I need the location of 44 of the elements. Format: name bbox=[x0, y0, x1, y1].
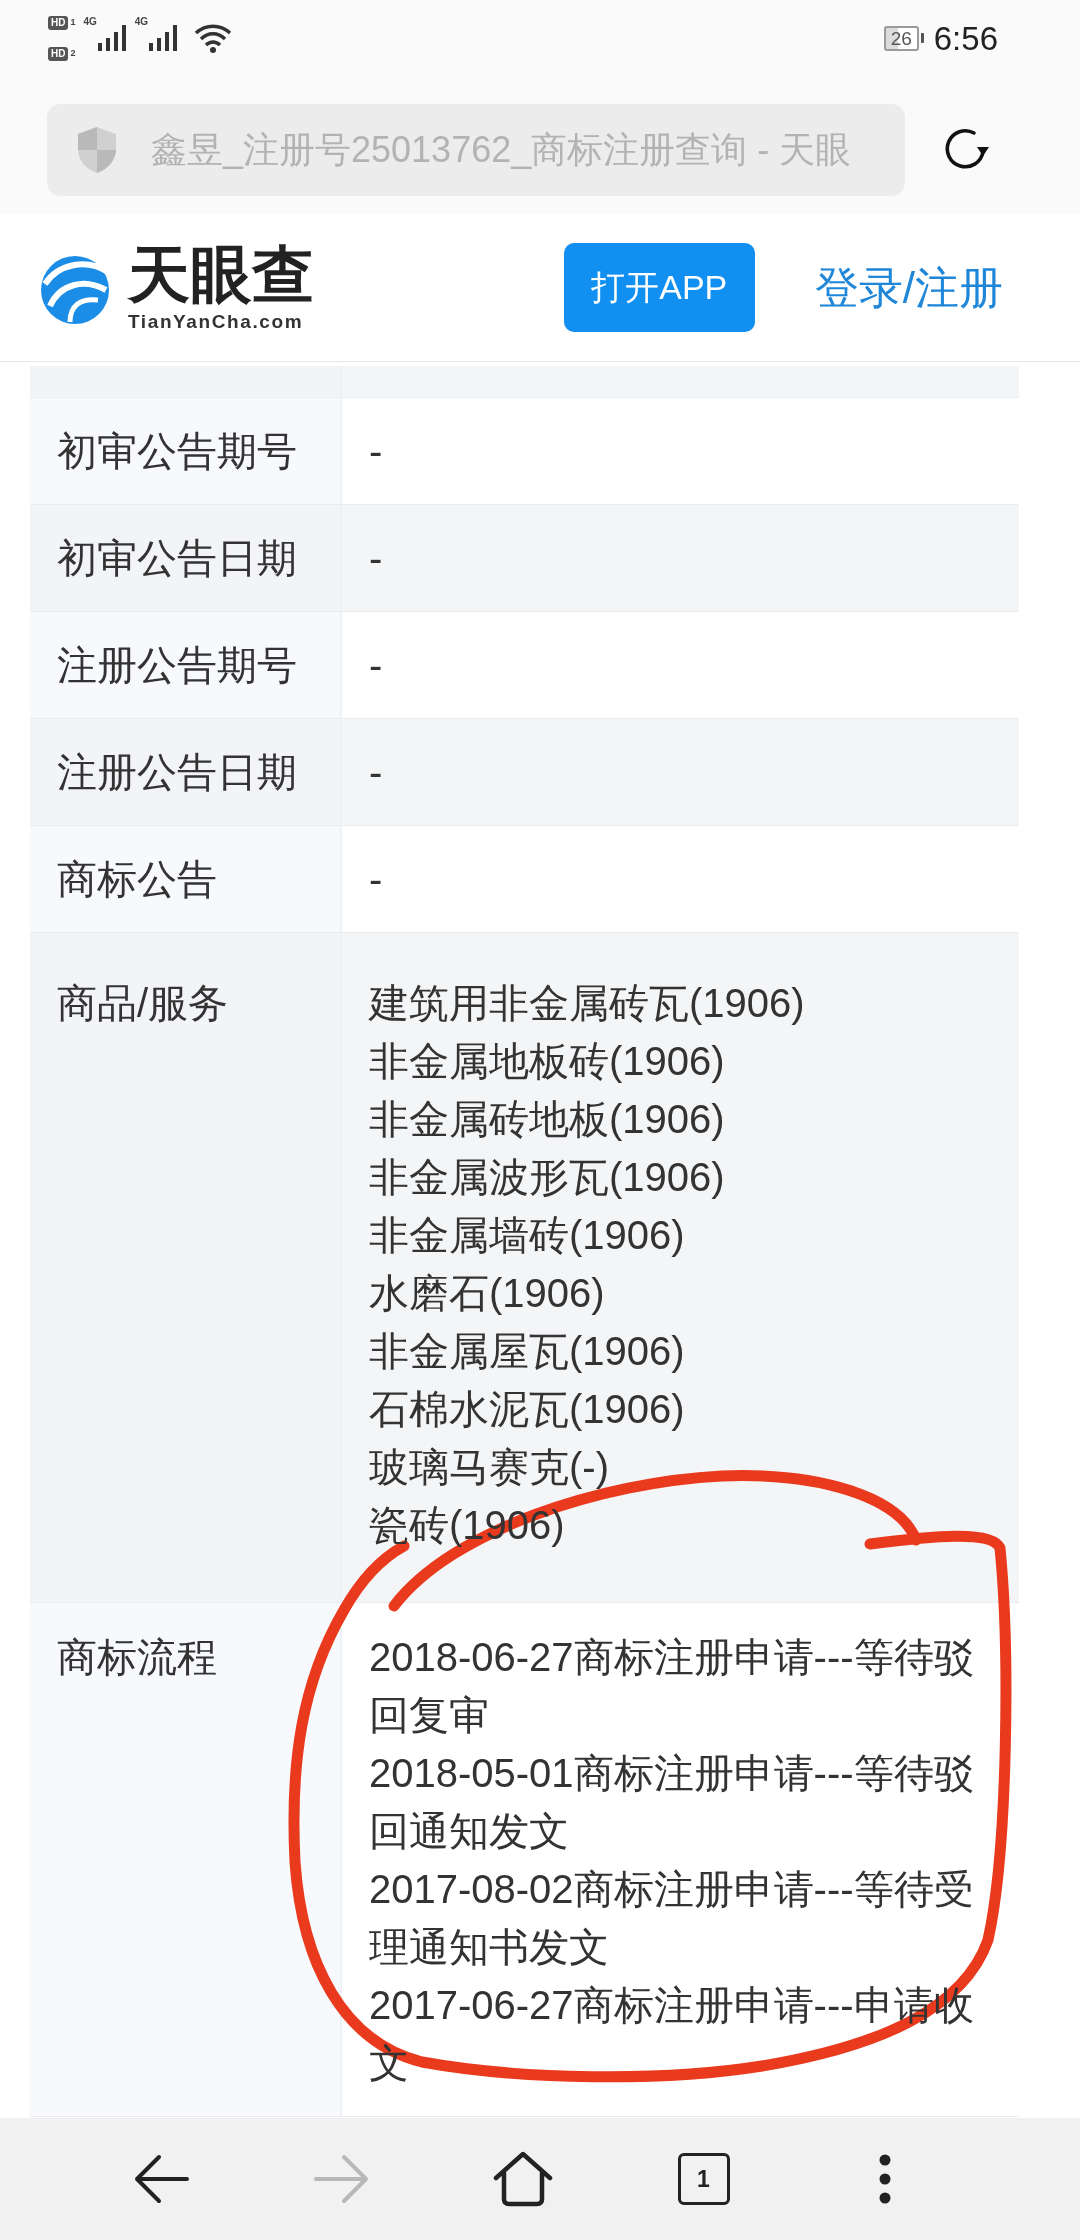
process-step: 2017-06-27商标注册申请---申请收文 bbox=[369, 1976, 992, 2092]
process-step: 2018-06-27商标注册申请---等待驳回复审 bbox=[369, 1628, 992, 1744]
arrow-right-icon bbox=[313, 2153, 370, 2205]
sim-badge: HD bbox=[48, 46, 69, 61]
goods-item: 水磨石(1906) bbox=[369, 1270, 606, 1317]
login-register-link[interactable]: 登录/注册 bbox=[814, 254, 1003, 321]
field-label-cell: 初审公告日期 bbox=[30, 505, 340, 611]
network-type-label: 4G bbox=[134, 17, 149, 27]
field-label-cell: 初审公告期号 bbox=[30, 398, 340, 504]
signal-bars-icon bbox=[96, 25, 127, 51]
goods-item: 建筑用非金属砖瓦(1906) bbox=[369, 980, 806, 1027]
sim-slot-label: 1 bbox=[70, 18, 76, 27]
more-vertical-icon bbox=[878, 2154, 891, 2204]
field-label-cell: 商标流程 bbox=[30, 1603, 340, 2116]
goods-item: 非金属屋瓦(1906) bbox=[369, 1328, 686, 1375]
goods-item: 非金属地板砖(1906) bbox=[369, 1038, 726, 1085]
sim-badge: HD bbox=[48, 15, 69, 30]
home-icon bbox=[492, 2151, 553, 2207]
page-title-text: 鑫昱_注册号25013762_商标注册查询 - 天眼 bbox=[151, 128, 852, 172]
goods-item: 玻璃马赛克(-) bbox=[369, 1444, 610, 1491]
status-time: 6:56 bbox=[933, 21, 998, 55]
logo-domain-text: TianYanCha.com bbox=[128, 312, 305, 331]
field-label-cell: 商标公告 bbox=[30, 826, 340, 932]
battery-indicator: 26 bbox=[883, 25, 924, 51]
field-value-cell: - bbox=[340, 719, 1019, 825]
field-label-cell: 商品/服务 bbox=[30, 933, 340, 1602]
tab-count-button[interactable]: 1 bbox=[677, 2153, 730, 2205]
arrow-left-icon bbox=[132, 2153, 189, 2205]
goods-item: 非金属波形瓦(1906) bbox=[369, 1154, 726, 1201]
shield-icon bbox=[77, 126, 117, 174]
network-type-label: 4G bbox=[83, 17, 97, 27]
signal-bars-icon bbox=[148, 25, 179, 51]
goods-item: 非金属墙砖(1906) bbox=[369, 1212, 686, 1259]
process-step: 2017-08-02商标注册申请---等待受理通知书发文 bbox=[369, 1860, 992, 1976]
wifi-icon bbox=[194, 23, 233, 53]
goods-item: 非金属砖地板(1906) bbox=[369, 1096, 726, 1143]
logo-wordmark: 天眼查 bbox=[128, 244, 314, 306]
field-label-cell: 注册公告日期 bbox=[30, 719, 340, 825]
goods-item: 石棉水泥瓦(1906) bbox=[369, 1386, 686, 1433]
process-step: 2018-05-01商标注册申请---等待驳回通知发文 bbox=[369, 1744, 992, 1860]
field-value-cell: - bbox=[340, 505, 1019, 611]
open-app-button[interactable]: 打开APP bbox=[563, 243, 755, 332]
sim-slot-label: 2 bbox=[70, 49, 76, 58]
field-label-cell: 注册公告期号 bbox=[30, 612, 340, 718]
